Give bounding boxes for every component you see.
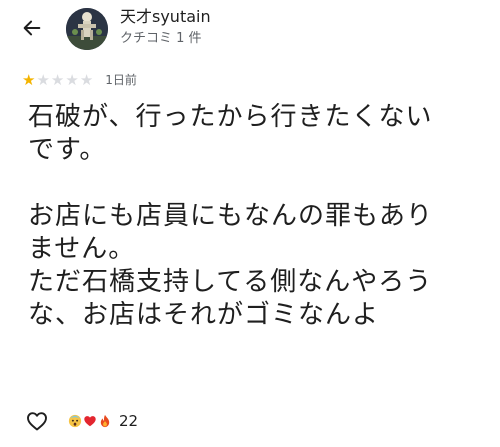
star-empty-icon: ★: [50, 71, 65, 89]
review-line: です。: [28, 135, 107, 165]
user-name[interactable]: 天才syutain: [120, 7, 211, 27]
star-empty-icon: ★: [79, 71, 94, 89]
rating-row: ★ ★ ★ ★ ★ 1日前: [22, 72, 137, 88]
review-line: 石破が、行ったから行きたくない: [28, 102, 433, 132]
avatar-image: [66, 8, 108, 50]
reaction-count: 22: [119, 412, 139, 430]
avatar[interactable]: [66, 8, 108, 50]
review-count: クチコミ 1 件: [120, 31, 202, 46]
heart-outline-icon: [27, 412, 47, 431]
review-line: な、お店はそれがゴミなんよ: [28, 300, 380, 330]
star-rating: ★ ★ ★ ★ ★: [22, 72, 93, 88]
star-empty-icon: ★: [65, 71, 79, 89]
like-button[interactable]: [22, 406, 52, 436]
review-line: ただ石橋支持してる側なんやろう: [28, 267, 433, 297]
reactions[interactable]: 22: [68, 412, 138, 430]
star-empty-icon: ★: [36, 71, 50, 89]
actions-row: 22: [22, 406, 138, 436]
review-line: お店にも店員にもなんの罪もあり: [28, 201, 434, 231]
review-text: 石破が、行ったから行きたくない です。 お店にも店員にもなんの罪もあり ません。…: [28, 101, 488, 332]
review-date: 1日前: [105, 73, 137, 87]
review-line: ません。: [28, 234, 136, 264]
arrow-left-icon: [23, 20, 41, 36]
red-heart-icon: [84, 416, 96, 427]
back-button[interactable]: [18, 14, 46, 42]
star-filled-icon: ★: [22, 71, 36, 89]
fire-icon: [100, 414, 110, 428]
shocked-face-icon: [68, 414, 82, 428]
